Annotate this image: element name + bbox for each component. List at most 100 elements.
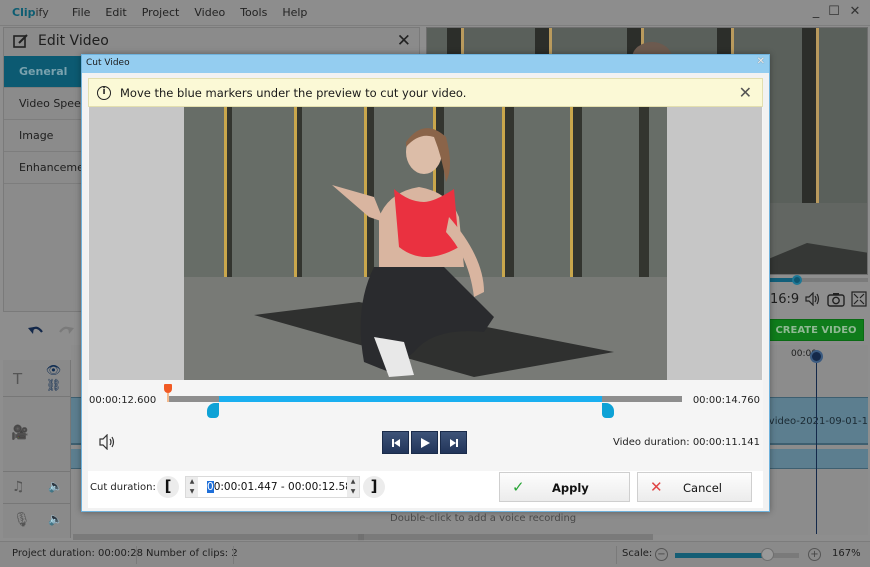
set-end-marker-button[interactable]: ] xyxy=(363,476,385,498)
trim-selection xyxy=(219,396,603,402)
apply-button[interactable]: ✓ Apply xyxy=(499,472,630,502)
scale-value: 167% xyxy=(832,548,861,559)
trim-start-handle[interactable] xyxy=(207,403,220,418)
dialog-close-button[interactable]: ✕ xyxy=(757,56,765,67)
eye-icon[interactable]: 👁 xyxy=(46,363,61,377)
cancel-button[interactable]: ✕ Cancel xyxy=(637,472,752,502)
status-divider xyxy=(136,546,137,564)
menu-video[interactable]: Video xyxy=(194,6,225,19)
clip-count: Number of clips: 2 xyxy=(146,548,238,559)
cancel-label: Cancel xyxy=(683,481,722,495)
microphone-icon: 🎙 xyxy=(13,512,31,528)
zoom-out-icon[interactable]: − xyxy=(655,548,668,561)
close-edit-panel-button[interactable]: ✕ xyxy=(397,31,411,51)
scale-slider-knob[interactable] xyxy=(760,548,774,561)
position-marker-head[interactable] xyxy=(164,384,172,393)
end-spinner[interactable]: ▲ ▼ xyxy=(347,477,359,497)
volume-icon[interactable] xyxy=(805,292,821,306)
dialog-volume-icon[interactable] xyxy=(99,434,117,450)
spin-down-icon[interactable]: ▼ xyxy=(186,487,198,497)
spin-up-icon[interactable]: ▲ xyxy=(347,477,359,487)
redo-icon[interactable] xyxy=(58,324,74,336)
previous-frame-button[interactable] xyxy=(382,431,409,454)
menu-project[interactable]: Project xyxy=(142,6,180,19)
scale-slider[interactable] xyxy=(675,548,799,561)
voice-recording-hint: Double-click to add a voice recording xyxy=(390,513,577,524)
cut-range-input[interactable]: ▲ ▼ 00:00:01.447 - 00:00:12.589 ▲ ▼ xyxy=(185,476,360,498)
music-track-header: ♫ 🔈 xyxy=(3,472,71,504)
undo-icon[interactable] xyxy=(28,324,44,336)
menu-bar: File Edit Project Video Tools Help xyxy=(72,6,322,19)
status-bar: Project duration: 00:00:28 Number of cli… xyxy=(0,541,870,567)
fullscreen-icon[interactable] xyxy=(851,291,867,307)
skip-back-icon xyxy=(391,438,400,447)
set-start-marker-button[interactable]: [ xyxy=(157,476,179,498)
voice-track-header: 🎙 🔈 xyxy=(3,504,71,538)
minimize-button[interactable]: _ xyxy=(806,4,826,19)
menu-tools[interactable]: Tools xyxy=(240,6,267,19)
cut-preview-area xyxy=(89,107,762,380)
trim-end-handle[interactable] xyxy=(602,403,615,418)
preview-seek-knob[interactable] xyxy=(792,275,803,285)
tab-general[interactable]: General xyxy=(4,56,84,88)
menu-help[interactable]: Help xyxy=(282,6,307,19)
timeline-playhead[interactable] xyxy=(816,356,817,534)
status-divider xyxy=(616,546,617,564)
timeline-scrollbar[interactable]: ||| xyxy=(73,534,653,541)
video-frame-image xyxy=(184,107,667,380)
tab-video-speed[interactable]: Video Speed xyxy=(4,88,84,120)
preview-toolbar: 16:9 xyxy=(770,291,867,307)
video-duration: Video duration: 00:00:11.141 xyxy=(612,437,760,448)
voice-volume-icon[interactable]: 🔈 xyxy=(48,512,63,526)
trim-track[interactable] xyxy=(168,396,682,402)
maximize-button[interactable]: ☐ xyxy=(824,4,844,19)
music-note-icon: ♫ xyxy=(12,479,25,495)
trim-start-time: 00:00:12.600 xyxy=(89,395,157,406)
status-divider xyxy=(233,546,234,564)
tab-image[interactable]: Image xyxy=(4,120,84,152)
spin-up-icon[interactable]: ▲ xyxy=(186,477,198,487)
skip-forward-icon xyxy=(449,438,458,447)
video-track-header: 🎥 xyxy=(3,397,71,472)
aspect-ratio-button[interactable]: 16:9 xyxy=(770,292,799,307)
edit-icon xyxy=(13,34,28,48)
zoom-in-icon[interactable]: + xyxy=(808,548,821,561)
scale-slider-fill xyxy=(675,553,767,558)
position-marker-stem xyxy=(167,393,169,402)
start-spinner[interactable]: ▲ ▼ xyxy=(186,477,198,497)
undo-redo-bar xyxy=(3,315,81,347)
link-icon[interactable]: ⛓ xyxy=(46,378,61,392)
video-camera-icon: 🎥 xyxy=(11,425,29,441)
track-headers: T 👁 ⛓ 🎥 ♫ 🔈 🎙 🔈 xyxy=(3,360,71,538)
checkmark-icon: ✓ xyxy=(512,478,525,496)
menu-edit[interactable]: Edit xyxy=(105,6,126,19)
text-icon: T xyxy=(13,370,23,388)
text-track-header: T 👁 ⛓ xyxy=(3,360,71,397)
play-button[interactable] xyxy=(411,431,438,454)
spin-down-icon[interactable]: ▼ xyxy=(347,487,359,497)
cut-duration-row: Cut duration: [ ▲ ▼ 00:00:01.447 - 00:00… xyxy=(88,471,763,508)
music-volume-icon[interactable]: 🔈 xyxy=(48,479,63,493)
app-logo: Clipify xyxy=(12,6,49,19)
info-close-button[interactable]: ✕ xyxy=(739,83,752,102)
title-bar: Clipify File Edit Project Video Tools He… xyxy=(0,0,870,26)
camera-icon[interactable] xyxy=(827,292,845,307)
info-banner: i Move the blue markers under the previe… xyxy=(88,78,763,107)
edit-panel-header: Edit Video ✕ xyxy=(4,28,419,56)
cut-video-dialog: Cut Video ✕ i Move the blue markers unde… xyxy=(81,54,770,512)
menu-file[interactable]: File xyxy=(72,6,90,19)
scale-label: Scale: xyxy=(622,548,653,559)
playhead-handle[interactable] xyxy=(810,350,823,363)
next-frame-button[interactable] xyxy=(440,431,467,454)
edit-tabs: General Video Speed Image Enhancement xyxy=(4,56,84,184)
scroll-grip-icon: ||| xyxy=(358,534,365,541)
close-window-button[interactable]: ✕ xyxy=(845,4,865,19)
trim-end-time: 00:00:14.760 xyxy=(692,395,760,406)
dialog-title: Cut Video xyxy=(86,58,130,68)
dialog-body: i Move the blue markers under the previe… xyxy=(88,78,763,508)
create-video-button[interactable]: CREATE VIDEO xyxy=(768,319,864,341)
apply-label: Apply xyxy=(552,481,589,495)
tab-enhancement[interactable]: Enhancement xyxy=(4,152,84,184)
position-marker[interactable] xyxy=(164,384,172,402)
cut-range-value[interactable]: 00:00:01.447 - 00:00:12.589 xyxy=(207,481,359,493)
